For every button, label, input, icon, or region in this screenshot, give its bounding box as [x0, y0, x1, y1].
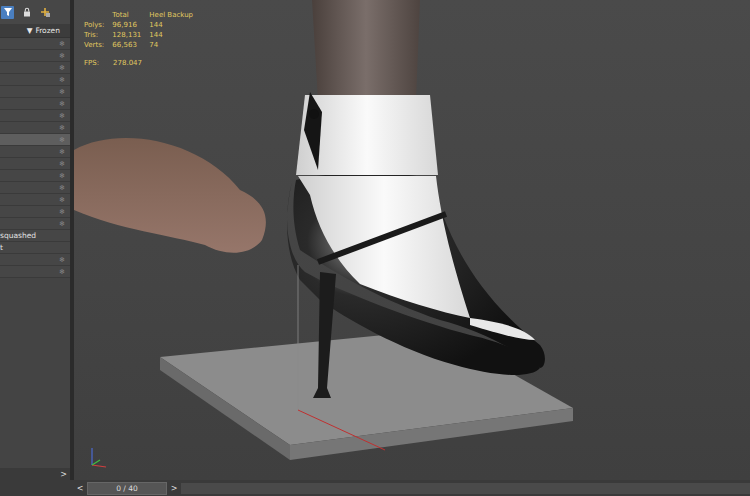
time-slider[interactable]: 0 / 40: [87, 482, 167, 495]
stats-cell: 74: [149, 40, 201, 50]
freeze-icon[interactable]: ❄: [54, 40, 70, 48]
stats-cell: Tris:: [84, 30, 112, 40]
stats-cell: Verts:: [84, 40, 112, 50]
object-row[interactable]: ❄: [0, 86, 70, 98]
object-row[interactable]: ❄: [0, 38, 70, 50]
timeline-track[interactable]: [181, 483, 750, 494]
stats-row: Verts:66,56374: [84, 40, 201, 50]
freeze-icon[interactable]: ❄: [54, 208, 70, 216]
object-row[interactable]: t: [0, 242, 70, 254]
object-row[interactable]: ❄: [0, 182, 70, 194]
freeze-icon[interactable]: ❄: [54, 220, 70, 228]
freeze-icon[interactable]: ❄: [54, 160, 70, 168]
fps-value: 278.047: [113, 59, 142, 67]
object-row[interactable]: ❄: [0, 254, 70, 266]
explorer-scrollbar[interactable]: >: [0, 468, 70, 480]
column-label: Frozen: [35, 26, 60, 35]
object-row[interactable]: ❄: [0, 74, 70, 86]
object-row[interactable]: ❄: [0, 122, 70, 134]
next-frame-button[interactable]: >: [170, 484, 178, 493]
freeze-icon[interactable]: ❄: [54, 196, 70, 204]
filter-icon[interactable]: [1, 6, 14, 19]
freeze-icon[interactable]: ❄: [54, 172, 70, 180]
previous-frame-button[interactable]: <: [76, 484, 84, 493]
object-name: squashed: [0, 231, 54, 240]
object-name: t: [0, 243, 54, 252]
object-row[interactable]: ❄: [0, 110, 70, 122]
stats-row: Tris:128,131144: [84, 30, 201, 40]
time-slider-bar: <0 / 40 >: [0, 480, 750, 496]
stats-cell: 96,916: [112, 20, 149, 30]
column-header[interactable]: ▼Frozen: [0, 24, 70, 38]
stats-column: [84, 10, 112, 20]
scene-render: [74, 0, 750, 480]
add-icon[interactable]: [39, 6, 52, 19]
scroll-right-icon[interactable]: >: [60, 470, 67, 479]
stats-cell: Polys:: [84, 20, 112, 30]
freeze-icon[interactable]: ❄: [54, 100, 70, 108]
object-row[interactable]: ❄: [0, 266, 70, 278]
stats-column: Total: [112, 10, 149, 20]
object-row[interactable]: ❄: [0, 218, 70, 230]
freeze-icon[interactable]: ❄: [54, 184, 70, 192]
stats-cell: 144: [149, 30, 201, 40]
fps-label: FPS:: [84, 59, 99, 67]
object-row[interactable]: squashed: [0, 230, 70, 242]
object-row[interactable]: ❄: [0, 158, 70, 170]
object-row[interactable]: ❄: [0, 98, 70, 110]
stats-column: Heel Backup: [149, 10, 201, 20]
perspective-viewport[interactable]: TotalHeel BackupPolys:96,916144Tris:128,…: [74, 0, 750, 480]
freeze-icon[interactable]: ❄: [54, 88, 70, 96]
object-list: ❄❄❄❄❄❄❄❄❄❄❄❄❄❄❄❄squashedt❄❄: [0, 38, 70, 278]
freeze-icon[interactable]: ❄: [54, 136, 70, 144]
stats-cell: 66,563: [112, 40, 149, 50]
freeze-icon[interactable]: ❄: [54, 124, 70, 132]
object-row[interactable]: ❄: [0, 50, 70, 62]
stats-cell: 144: [149, 20, 201, 30]
stats-overlay: TotalHeel BackupPolys:96,916144Tris:128,…: [84, 10, 201, 68]
object-row[interactable]: ❄: [0, 62, 70, 74]
freeze-icon[interactable]: ❄: [54, 76, 70, 84]
scene-explorer: ▼Frozen ❄❄❄❄❄❄❄❄❄❄❄❄❄❄❄❄squashedt❄❄ >: [0, 0, 74, 480]
explorer-toolbar: [0, 0, 70, 24]
stats-row: Polys:96,916144: [84, 20, 201, 30]
lock-icon[interactable]: [20, 6, 33, 19]
stats-cell: 128,131: [112, 30, 149, 40]
stats-header: TotalHeel Backup: [84, 10, 201, 20]
sort-arrow-icon[interactable]: ▼: [27, 26, 33, 35]
freeze-icon[interactable]: ❄: [54, 256, 70, 264]
object-row[interactable]: ❄: [0, 194, 70, 206]
object-row[interactable]: ❄: [0, 146, 70, 158]
freeze-icon[interactable]: ❄: [54, 112, 70, 120]
freeze-icon[interactable]: ❄: [54, 52, 70, 60]
object-row[interactable]: ❄: [0, 206, 70, 218]
object-row[interactable]: ❄: [0, 134, 70, 146]
freeze-icon[interactable]: ❄: [54, 64, 70, 72]
freeze-icon[interactable]: ❄: [54, 148, 70, 156]
object-row[interactable]: ❄: [0, 170, 70, 182]
frame-counter: 0 / 40: [116, 484, 138, 493]
freeze-icon[interactable]: ❄: [54, 268, 70, 276]
